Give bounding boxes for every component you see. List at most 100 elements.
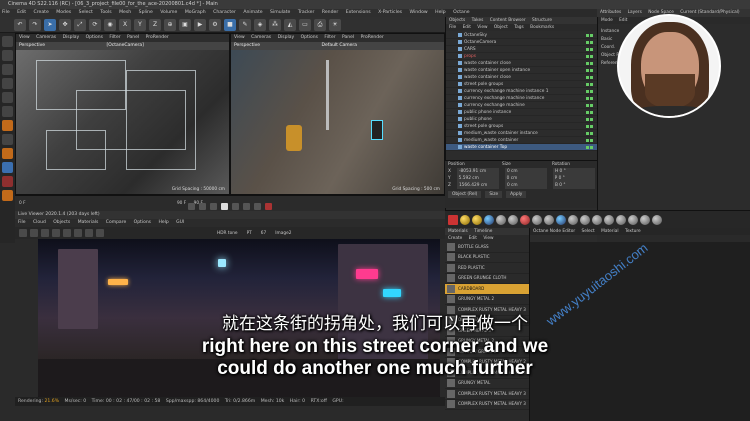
- menu-extensions[interactable]: Extensions: [346, 10, 371, 15]
- material-swatch[interactable]: [568, 214, 578, 225]
- material-item[interactable]: COMPLEX RUSTY METAL HEAVY 2: [445, 358, 529, 368]
- lock-resolution-icon[interactable]: [63, 229, 71, 237]
- material-item[interactable]: GRUNGY METAL: [445, 379, 529, 389]
- viewport-right[interactable]: View Cameras Display Options Filter Pane…: [230, 33, 445, 195]
- vp1-menu-panel[interactable]: Panel: [127, 35, 139, 40]
- material-swatch[interactable]: [520, 214, 530, 225]
- vp2-menu-prorender[interactable]: ProRender: [361, 35, 384, 40]
- lv-menu-compare[interactable]: Compare: [106, 220, 126, 225]
- coord-size-field[interactable]: 0 cm: [504, 168, 547, 175]
- coord-pos-field[interactable]: -8053.91 cm: [456, 168, 499, 175]
- enable-axis-icon[interactable]: [2, 120, 13, 131]
- mat-menu-edit[interactable]: Edit: [469, 236, 477, 241]
- visibility-dots-icon[interactable]: [586, 82, 593, 86]
- visibility-dots-icon[interactable]: [586, 40, 593, 44]
- menu-mesh[interactable]: Mesh: [119, 10, 131, 15]
- vp1-menu-options[interactable]: Options: [86, 35, 103, 40]
- material-item[interactable]: GREEN METAL 3: [445, 326, 529, 337]
- menu-character[interactable]: Character: [213, 10, 236, 15]
- deformer-icon[interactable]: ◭: [284, 18, 296, 31]
- mat-menu-create[interactable]: Create: [448, 236, 462, 241]
- move-icon[interactable]: ✥: [59, 18, 71, 31]
- octane-icon[interactable]: [2, 148, 13, 159]
- visibility-dots-icon[interactable]: [586, 124, 593, 128]
- light-material-icon[interactable]: [460, 214, 470, 225]
- obj-menu-view[interactable]: View: [477, 25, 487, 30]
- coord-rot-field[interactable]: H 0 °: [552, 168, 595, 175]
- menu-simulate[interactable]: Simulate: [270, 10, 290, 15]
- visibility-dots-icon[interactable]: [586, 54, 593, 58]
- menu-mograph[interactable]: MoGraph: [185, 10, 206, 15]
- solo-icon[interactable]: [2, 190, 13, 201]
- tab-objects[interactable]: Objects: [449, 18, 465, 23]
- pen-icon[interactable]: ✎: [239, 18, 251, 31]
- vp2-menu-view[interactable]: View: [234, 35, 245, 40]
- material-swatch[interactable]: [532, 214, 542, 225]
- lv-menu-file[interactable]: File: [18, 220, 26, 225]
- coord-pos-field[interactable]: 5.592 cm: [456, 175, 499, 182]
- previous-frame-icon[interactable]: [210, 202, 217, 210]
- camera-icon[interactable]: ⎙: [314, 18, 326, 31]
- material-item[interactable]: WINDOW GRILLE 2: [445, 347, 529, 358]
- node-space-select[interactable]: Current (Standard/Physical): [680, 10, 739, 15]
- material-swatch[interactable]: [652, 214, 662, 225]
- go-to-start-icon[interactable]: [188, 202, 195, 210]
- material-item[interactable]: GRUNGY METAL 2: [445, 337, 529, 347]
- vp2-menu-options[interactable]: Options: [301, 35, 318, 40]
- scale-icon[interactable]: ⤢: [74, 18, 86, 31]
- snap-icon[interactable]: [2, 134, 13, 145]
- coord-size-field[interactable]: 0 cm: [504, 182, 547, 189]
- menu-file[interactable]: File: [2, 10, 10, 15]
- attr-menu-mode[interactable]: Mode: [601, 18, 613, 23]
- pick-focus-icon[interactable]: [74, 229, 82, 237]
- object-row[interactable]: waste container Top: [446, 144, 597, 151]
- pause-render-icon[interactable]: [41, 229, 49, 237]
- tab-takes[interactable]: Takes: [472, 18, 484, 23]
- public-phone-object[interactable]: [371, 120, 383, 140]
- material-swatch[interactable]: [604, 214, 614, 225]
- lv-menu-objects[interactable]: Objects: [53, 220, 70, 225]
- menu-create[interactable]: Create: [34, 10, 49, 15]
- coord-size-select[interactable]: Size: [485, 191, 503, 198]
- obj-menu-bookmarks[interactable]: Bookmarks: [530, 25, 554, 30]
- live-viewer-render[interactable]: [38, 239, 440, 397]
- menu-volume[interactable]: Volume: [160, 10, 177, 15]
- menu-octane[interactable]: Octane: [453, 10, 470, 15]
- vp2-menu-panel[interactable]: Panel: [342, 35, 354, 40]
- lv-mode-select[interactable]: Image2: [275, 231, 291, 236]
- obj-menu-file[interactable]: File: [449, 25, 456, 30]
- go-to-end-icon[interactable]: [254, 202, 261, 210]
- lv-frame-field[interactable]: 67: [261, 231, 266, 236]
- record-icon[interactable]: [265, 202, 272, 210]
- vp2-menu-cameras[interactable]: Cameras: [251, 35, 271, 40]
- material-swatch[interactable]: [556, 214, 566, 225]
- tab-structure[interactable]: Structure: [532, 18, 552, 23]
- play-icon[interactable]: [221, 202, 228, 210]
- vp2-menu-filter[interactable]: Filter: [324, 35, 335, 40]
- send-scene-icon[interactable]: [19, 229, 27, 237]
- tab-layers[interactable]: Layers: [628, 10, 642, 15]
- visibility-dots-icon[interactable]: [586, 131, 593, 135]
- make-editable-icon[interactable]: [2, 36, 13, 47]
- menu-xparticles[interactable]: X-Particles: [378, 10, 402, 15]
- coordinate-system-icon[interactable]: ⊕: [164, 18, 176, 31]
- visibility-dots-icon[interactable]: [586, 33, 593, 37]
- lv-menu-options[interactable]: Options: [134, 220, 151, 225]
- material-item[interactable]: CARDBOARD: [445, 284, 529, 295]
- visibility-dots-icon[interactable]: [586, 103, 593, 107]
- vp2-menu-display[interactable]: Display: [278, 35, 295, 40]
- viewport-left[interactable]: View Cameras Display Options Filter Pane…: [15, 33, 230, 195]
- subdivision-icon[interactable]: ◈: [254, 18, 266, 31]
- coord-mode-select[interactable]: Object (Rel): [448, 191, 482, 198]
- attr-menu-edit[interactable]: Edit: [619, 18, 627, 23]
- render-target-icon[interactable]: [448, 214, 458, 225]
- render-settings-icon[interactable]: ⚙: [209, 18, 221, 31]
- points-mode-icon[interactable]: [2, 78, 13, 89]
- pick-material-icon[interactable]: [85, 229, 93, 237]
- sun-material-icon[interactable]: [472, 214, 482, 225]
- sky-material-icon[interactable]: [484, 214, 494, 225]
- material-item[interactable]: RED PLASTIC: [445, 263, 529, 274]
- apply-button[interactable]: Apply: [506, 191, 527, 198]
- material-swatch[interactable]: [580, 214, 590, 225]
- lv-pass-select[interactable]: PT: [247, 231, 252, 236]
